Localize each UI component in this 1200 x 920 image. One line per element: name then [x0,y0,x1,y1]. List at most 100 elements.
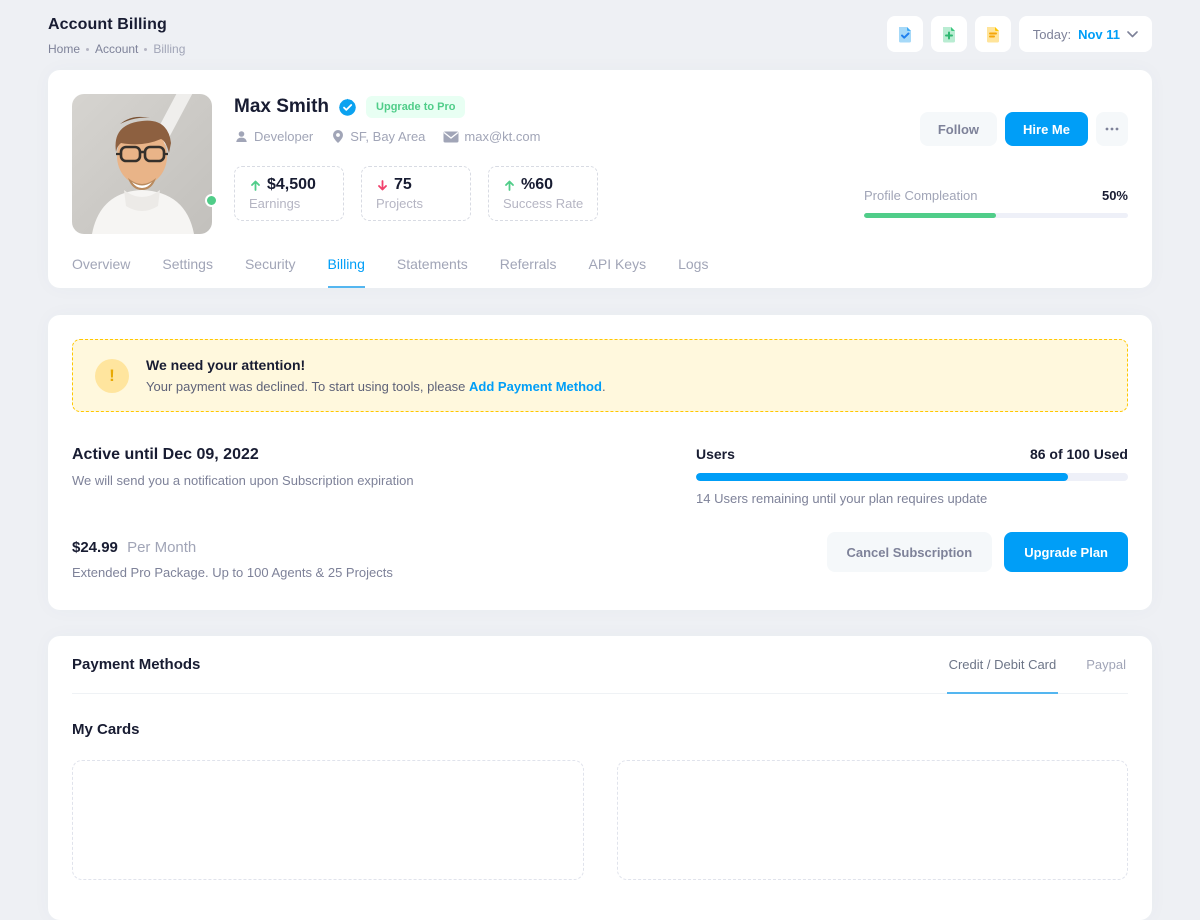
tab-overview[interactable]: Overview [72,256,130,288]
tab-statements[interactable]: Statements [397,256,468,288]
tab-billing[interactable]: Billing [328,256,365,288]
chevron-down-icon [1127,31,1138,38]
stat-success-label: Success Rate [503,196,583,211]
upgrade-to-pro-badge[interactable]: Upgrade to Pro [366,96,465,118]
tab-security[interactable]: Security [245,256,296,288]
alert-body-suffix: . [602,379,606,394]
breadcrumb-separator [86,48,89,51]
add-payment-method-link[interactable]: Add Payment Method [469,379,602,394]
stat-success-value-row: %60 [503,176,583,194]
subscription-active-subtitle: We will send you a notification upon Sub… [72,473,656,488]
subscription-info: Active until Dec 09, 2022 We will send y… [72,446,696,580]
more-options-button[interactable] [1096,112,1128,146]
stat-projects-value: 75 [394,176,412,194]
breadcrumb-separator [144,48,147,51]
alert-content: We need your attention! Your payment was… [146,357,606,394]
cancel-subscription-button[interactable]: Cancel Subscription [827,532,993,572]
profile-email-label: max@kt.com [464,129,540,144]
tab-paypal[interactable]: Paypal [1084,636,1128,694]
tab-api-keys[interactable]: API Keys [589,256,647,288]
account-billing-page: Account Billing Home Account Billing [0,0,1200,920]
tab-credit-debit-card[interactable]: Credit / Debit Card [947,636,1059,694]
stat-success-rate: %60 Success Rate [488,166,598,221]
date-label: Today: [1033,27,1071,42]
completion-progress-track [864,213,1128,218]
follow-button[interactable]: Follow [920,112,997,146]
billing-card: ! We need your attention! Your payment w… [48,315,1152,610]
stat-projects-value-row: 75 [376,176,456,194]
profile-name[interactable]: Max Smith [234,96,329,118]
completion-row: Profile Compleation 50% [864,188,1128,203]
completion-value: 50% [1102,188,1128,203]
stat-earnings-value-row: $4,500 [249,176,329,194]
payment-method-tabs: Credit / Debit Card Paypal [947,636,1128,693]
profile-role[interactable]: Developer [234,129,313,144]
avatar[interactable] [72,94,212,234]
billing-grid: Active until Dec 09, 2022 We will send y… [72,446,1128,580]
profile-location-label: SF, Bay Area [350,129,425,144]
file-plus-button[interactable] [931,16,967,52]
profile-location[interactable]: SF, Bay Area [331,129,425,144]
file-lines-button[interactable] [975,16,1011,52]
users-usage-block: Users 86 of 100 Used 14 Users remaining … [696,446,1128,580]
subscription-price-suffix: Per Month [127,539,196,556]
my-cards-title: My Cards [72,721,1128,738]
location-pin-icon [331,129,345,144]
avatar-wrap [72,94,212,234]
header-toolbar: Today: Nov 11 [887,16,1152,52]
trend-up-icon [249,179,262,192]
profile-actions: Follow Hire Me [920,112,1128,146]
date-selector[interactable]: Today: Nov 11 [1019,16,1152,52]
profile-details: Developer SF, Bay Area [234,129,838,144]
page-heading-block: Account Billing Home Account Billing [48,16,185,56]
users-used-value: 86 of 100 Used [1030,446,1128,462]
users-progress-fill [696,473,1068,481]
users-label: Users [696,446,735,462]
file-lines-icon [983,24,1003,44]
upgrade-plan-button[interactable]: Upgrade Plan [1004,532,1128,572]
attention-alert: ! We need your attention! Your payment w… [72,339,1128,412]
verified-badge-icon [338,98,357,117]
card-slot-2[interactable] [617,760,1129,880]
hire-me-button[interactable]: Hire Me [1005,112,1088,146]
breadcrumb-account[interactable]: Account [95,42,138,56]
billing-actions: Cancel Subscription Upgrade Plan [696,532,1128,572]
tab-logs[interactable]: Logs [678,256,708,288]
subscription-active-title: Active until Dec 09, 2022 [72,446,656,464]
tab-referrals[interactable]: Referrals [500,256,557,288]
stat-earnings-label: Earnings [249,196,329,211]
ellipsis-icon [1105,127,1119,131]
profile-top: Max Smith Upgrade to Pro Develop [72,94,1128,234]
file-check-button[interactable] [887,16,923,52]
warning-icon: ! [95,359,129,393]
profile-stats: $4,500 Earnings 75 Projects [234,166,838,221]
payment-methods-card: Payment Methods Credit / Debit Card Payp… [48,636,1152,920]
users-progress-track [696,473,1128,481]
subscription-price: $24.99 [72,539,118,556]
payment-methods-header: Payment Methods Credit / Debit Card Payp… [72,636,1128,694]
page-title: Account Billing [48,16,185,34]
profile-email[interactable]: max@kt.com [443,129,540,144]
stat-earnings: $4,500 Earnings [234,166,344,221]
alert-title: We need your attention! [146,357,606,373]
subscription-package-note: Extended Pro Package. Up to 100 Agents &… [72,565,656,580]
stat-success-value: %60 [521,176,553,194]
card-slot-1[interactable] [72,760,584,880]
profile-card: Max Smith Upgrade to Pro Develop [48,70,1152,288]
stat-earnings-value: $4,500 [267,176,316,194]
breadcrumb-billing: Billing [153,42,185,56]
trend-down-icon [376,179,389,192]
alert-body-text: Your payment was declined. To start usin… [146,379,465,394]
user-icon [234,129,249,144]
profile-name-row: Max Smith Upgrade to Pro [234,96,838,118]
page-header: Account Billing Home Account Billing [48,0,1152,70]
tab-settings[interactable]: Settings [162,256,213,288]
breadcrumb-home[interactable]: Home [48,42,80,56]
profile-main: Max Smith Upgrade to Pro Develop [234,94,838,234]
users-row: Users 86 of 100 Used [696,446,1128,462]
stat-projects-label: Projects [376,196,456,211]
payment-methods-title: Payment Methods [72,656,200,673]
profile-side: Follow Hire Me Profile Compleation 50% [838,94,1128,234]
profile-completion: Profile Compleation 50% [864,188,1128,218]
profile-role-label: Developer [254,129,313,144]
